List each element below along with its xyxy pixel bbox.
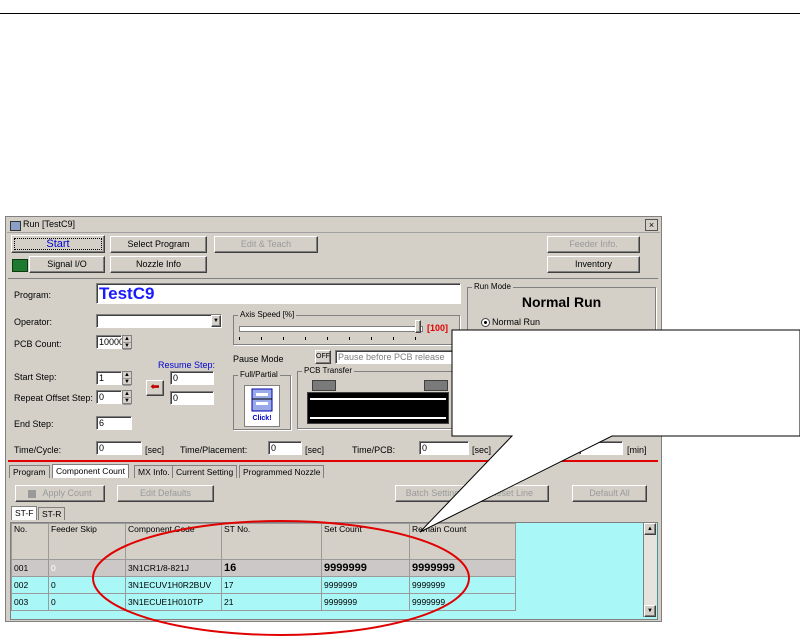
speech-bubble-callout bbox=[419, 329, 800, 533]
callout-overlay bbox=[92, 329, 800, 636]
highlight-ellipse bbox=[92, 520, 470, 636]
